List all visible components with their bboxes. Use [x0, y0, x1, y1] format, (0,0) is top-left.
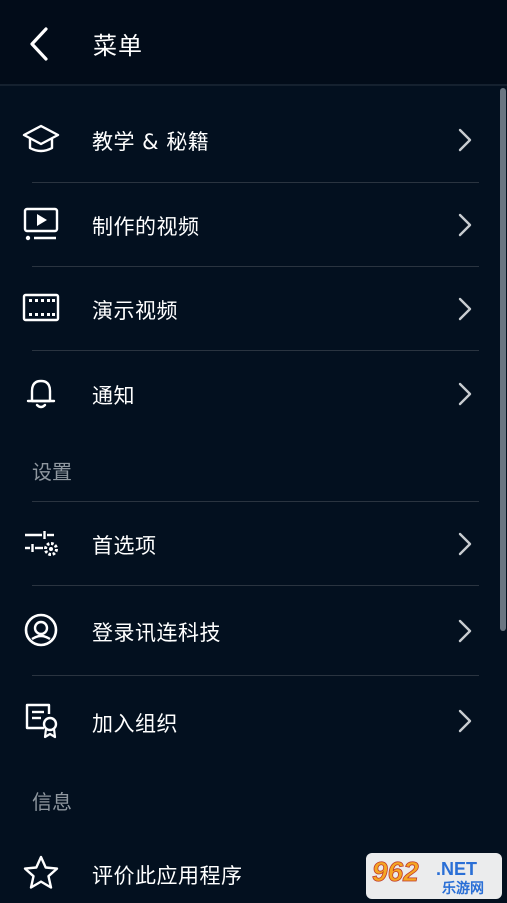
chevron-right-icon	[458, 213, 472, 237]
svg-text:乐游网: 乐游网	[442, 880, 484, 897]
app-root: 菜单 教学 & 秘籍 制作的视频 演示视频 通知 设置 首选项 登录讯连科技 加…	[0, 0, 507, 903]
menu-item-login[interactable]: 登录讯连科技	[0, 586, 500, 675]
bell-icon	[26, 379, 56, 409]
menu-item-tutorials[interactable]: 教学 & 秘籍	[0, 98, 500, 182]
film-strip-icon	[22, 293, 60, 322]
chevron-left-icon	[30, 27, 48, 61]
menu-item-join-org-label: 加入组织	[92, 712, 178, 736]
section-label-info: 信息	[32, 790, 72, 814]
menu-item-demo-videos-label: 演示视频	[92, 299, 178, 323]
scrollbar[interactable]	[500, 88, 506, 631]
chevron-right-icon	[458, 619, 472, 643]
chevron-right-icon	[458, 382, 472, 406]
chevron-right-icon	[458, 297, 472, 321]
svg-text:.NET: .NET	[436, 859, 477, 879]
user-account-icon	[24, 613, 58, 647]
menu-item-preferences[interactable]: 首选项	[0, 502, 500, 585]
menu-item-created-videos-label: 制作的视频	[92, 215, 200, 239]
chevron-right-icon	[458, 709, 472, 733]
chevron-right-icon	[458, 532, 472, 556]
menu-item-demo-videos[interactable]: 演示视频	[0, 267, 500, 350]
section-label-settings: 设置	[32, 460, 72, 484]
chevron-right-icon	[458, 128, 472, 152]
menu-item-notifications-label: 通知	[92, 384, 135, 408]
svg-text:962: 962	[372, 856, 419, 887]
menu-item-created-videos[interactable]: 制作的视频	[0, 183, 500, 266]
video-screen-icon	[23, 207, 59, 241]
menu-item-notifications[interactable]: 通知	[0, 351, 500, 434]
menu-item-preferences-label: 首选项	[92, 534, 157, 558]
star-icon	[23, 855, 59, 889]
menu-item-rate-app-label: 评价此应用程序	[92, 864, 243, 888]
site-watermark-logo: 962 .NET 乐游网	[366, 853, 502, 899]
menu-item-tutorials-label: 教学 & 秘籍	[92, 130, 210, 154]
sliders-gear-icon	[25, 531, 58, 556]
menu-item-join-org[interactable]: 加入组织	[0, 676, 500, 766]
graduation-cap-icon	[22, 124, 60, 153]
header-bar: 菜单	[0, 0, 507, 86]
back-button[interactable]	[22, 24, 58, 64]
page-title: 菜单	[93, 32, 143, 60]
certificate-icon	[25, 703, 58, 739]
menu-item-login-label: 登录讯连科技	[92, 621, 221, 645]
